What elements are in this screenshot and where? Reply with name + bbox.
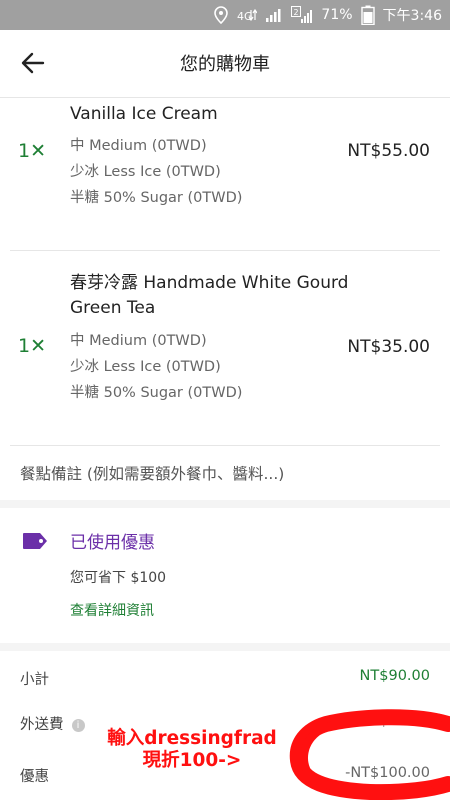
battery-percent: 71% xyxy=(321,7,353,23)
signal-sim1-icon xyxy=(265,7,283,23)
item-quantity[interactable]: 1✕ xyxy=(18,140,46,162)
section-separator xyxy=(0,500,450,508)
item-quantity[interactable]: 1✕ xyxy=(18,335,46,357)
annotation-line: 輸入dressingfrad xyxy=(107,728,277,749)
item-option: 半糖 50% Sugar (0TWD) xyxy=(70,190,243,206)
item-option: 半糖 50% Sugar (0TWD) xyxy=(70,385,243,401)
svg-text:4G: 4G xyxy=(237,10,253,23)
signal-sim2-icon: 2 xyxy=(291,6,313,24)
cart-item[interactable]: Vanilla Ice Cream 1✕ 中 Medium (0TWD) 少冰 … xyxy=(0,98,450,250)
annotation-text: 輸入dressingfrad 現折100-> xyxy=(92,728,292,772)
promo-applied-title: 已使用優惠 xyxy=(70,533,155,553)
item-option: 中 Medium (0TWD) xyxy=(70,138,207,154)
battery-icon xyxy=(360,5,375,25)
item-option: 少冰 Less Ice (0TWD) xyxy=(70,164,221,180)
order-note-field[interactable]: 餐點備註 (例如需要額外餐巾、醬料...) xyxy=(20,462,284,484)
info-icon[interactable]: i xyxy=(71,719,85,732)
delivery-fee-label: 外送費 xyxy=(20,717,64,733)
subtotal-label: 小計 xyxy=(20,672,49,688)
section-separator xyxy=(0,643,450,651)
item-option: 中 Medium (0TWD) xyxy=(70,333,207,349)
item-price: NT$55.00 xyxy=(347,141,430,161)
page-title: 您的購物車 xyxy=(180,54,270,75)
status-bar: 4G 2 71% 下午3:46 xyxy=(0,0,450,30)
location-icon xyxy=(213,6,229,24)
promo-savings: 您可省下 $100 xyxy=(70,570,167,586)
delivery-fee-value: NT$30.00 xyxy=(359,713,430,729)
promo-details-link[interactable]: 查看詳細資訊 xyxy=(70,600,154,620)
cart-item[interactable]: 春芽冷露 Handmade White Gourd Green Tea 1✕ 中… xyxy=(0,251,450,445)
promo-tag-icon xyxy=(22,532,48,550)
discount-label: 優惠 xyxy=(20,769,49,785)
discount-value: -NT$100.00 xyxy=(345,765,430,781)
sim-badge: 2 xyxy=(294,8,299,17)
item-name: Vanilla Ice Cream xyxy=(70,104,218,124)
item-price: NT$35.00 xyxy=(347,337,430,357)
item-name: 春芽冷露 Handmade White Gourd Green Tea xyxy=(70,273,349,318)
clock: 下午3:46 xyxy=(382,8,442,24)
delivery-fee-label-wrap: 外送費 i xyxy=(20,713,85,734)
divider xyxy=(10,445,440,446)
annotation-line: 現折100-> xyxy=(142,750,242,771)
app-header: 您的購物車 xyxy=(0,30,450,98)
mobile-data-4g-icon: 4G xyxy=(237,7,258,23)
item-option: 少冰 Less Ice (0TWD) xyxy=(70,359,221,375)
subtotal-value: NT$90.00 xyxy=(359,668,430,684)
